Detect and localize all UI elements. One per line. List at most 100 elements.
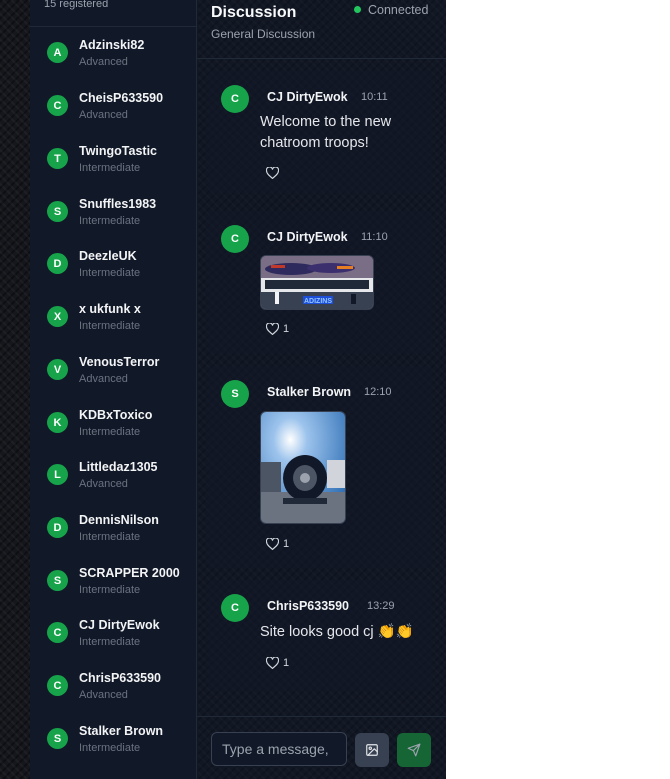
- avatar: L: [47, 464, 68, 485]
- message-author: ChrisP633590: [267, 599, 350, 613]
- send-icon: [407, 743, 421, 757]
- member-level: Intermediate: [79, 426, 141, 438]
- member-item[interactable]: S SCRAPPER 2000 Intermediate: [30, 561, 196, 613]
- like-count: 1: [283, 538, 290, 550]
- message-author: CJ DirtyEwok: [267, 90, 348, 104]
- chat-app: 15 registered A Adzinski82 Advanced C Cheis…: [0, 0, 446, 779]
- chat-message: C ChrisP633590 13:29 Site looks good cj …: [207, 580, 433, 690]
- member-item[interactable]: V VenousTerror Advanced: [30, 350, 196, 402]
- member-name: CJ DirtyEwok: [79, 618, 160, 632]
- avatar: K: [47, 412, 68, 433]
- member-name: SCRAPPER 2000: [79, 566, 180, 580]
- member-name: Littledaz1305: [79, 460, 158, 474]
- like-count: 1: [283, 323, 290, 335]
- member-level: Intermediate: [79, 267, 141, 279]
- member-item[interactable]: Xx ukfunk x Intermediate: [30, 297, 196, 349]
- member-item[interactable]: S Stalker Brown Intermediate: [30, 719, 196, 771]
- member-item[interactable]: K KDBxToxico Intermediate: [30, 403, 196, 455]
- avatar: S: [47, 570, 68, 591]
- status-dot-icon: [354, 6, 361, 13]
- connection-status: Connected: [354, 3, 428, 17]
- member-level: Intermediate: [79, 531, 141, 543]
- member-name: CheisP633590: [79, 91, 164, 105]
- registered-count: 15 registered: [44, 0, 109, 10]
- status-label: Connected: [368, 3, 429, 17]
- member-item[interactable]: C CJ DirtyEwok Intermediate: [30, 613, 196, 665]
- member-name: Stalker Brown: [79, 724, 164, 738]
- avatar: C: [221, 225, 249, 253]
- avatar: D: [47, 517, 68, 538]
- message-composer: [197, 716, 446, 779]
- avatar: S: [47, 728, 68, 749]
- race-cars-photo[interactable]: ADIZINS: [260, 255, 374, 310]
- message-text: Site looks good cj 👏👏: [260, 624, 414, 640]
- member-level: Intermediate: [79, 215, 141, 227]
- like-count: 1: [283, 657, 290, 669]
- message-time: 12:10: [364, 386, 392, 398]
- member-level: Intermediate: [79, 320, 141, 332]
- member-level: Advanced: [79, 109, 128, 121]
- members-sidebar: 15 registered A Adzinski82 Advanced C Cheis…: [30, 0, 197, 779]
- member-item[interactable]: L Littledaz1305 Advanced: [30, 455, 196, 507]
- image-icon: [366, 744, 378, 756]
- avatar: S: [47, 201, 68, 222]
- avatar: D: [47, 253, 68, 274]
- member-name: TwingoTastic: [79, 144, 158, 158]
- avatar: C: [221, 85, 249, 113]
- member-item[interactable]: C CheisP633590 Advanced: [30, 86, 196, 138]
- message-input[interactable]: [211, 732, 347, 766]
- send-button[interactable]: [397, 733, 431, 767]
- message-text: Welcome to the new chatroom troops!: [260, 114, 392, 151]
- message-time: 13:29: [367, 600, 395, 612]
- member-level: Advanced: [79, 373, 128, 385]
- member-item[interactable]: D DeezleUK Intermediate: [30, 244, 196, 296]
- avatar: T: [47, 148, 68, 169]
- member-name: DennisNilson: [79, 513, 159, 527]
- attach-image-button[interactable]: [355, 733, 389, 767]
- member-name: KDBxToxico: [79, 408, 153, 422]
- member-level: Intermediate: [79, 636, 141, 648]
- member-name: x ukfunk x: [79, 302, 141, 316]
- avatar: V: [47, 359, 68, 380]
- chat-header: Discussion General Discussion Connected: [197, 0, 446, 59]
- like-button[interactable]: 1: [266, 657, 289, 669]
- member-name: VenousTerror: [79, 355, 160, 369]
- chat-message: C CJ DirtyEwok 10:11 Welcome to the new …: [207, 71, 433, 193]
- message-author: CJ DirtyEwok: [267, 230, 348, 244]
- chat-message: C CJ DirtyEwok 11:10 ADIZINS 1: [207, 211, 433, 354]
- wheel-photo[interactable]: [260, 411, 346, 524]
- heart-icon: [266, 538, 279, 550]
- member-level: Intermediate: [79, 162, 141, 174]
- member-item[interactable]: S Snuffles1983 Intermediate: [30, 192, 196, 244]
- message-time: 10:11: [361, 91, 388, 103]
- avatar: S: [221, 380, 249, 408]
- race-cars-image: ADIZINS: [261, 256, 373, 309]
- like-button[interactable]: [266, 167, 283, 179]
- chat-subtitle: General Discussion: [211, 27, 316, 41]
- member-item[interactable]: A Adzinski82 Advanced: [30, 33, 196, 85]
- heart-icon: [266, 167, 279, 179]
- member-level: Advanced: [79, 478, 128, 490]
- chat-panel: Discussion General Discussion Connected …: [197, 0, 446, 779]
- member-item[interactable]: C ChrisP633590 Advanced: [30, 666, 196, 718]
- member-level: Intermediate: [79, 584, 141, 596]
- member-level: Advanced: [79, 56, 128, 68]
- like-button[interactable]: 1: [266, 323, 289, 335]
- like-button[interactable]: 1: [266, 538, 289, 550]
- message-author: Stalker Brown: [267, 385, 352, 399]
- member-level: Intermediate: [79, 742, 141, 754]
- heart-icon: [266, 323, 279, 335]
- heart-icon: [266, 657, 279, 669]
- member-name: Adzinski82: [79, 38, 145, 52]
- wheel-image: [261, 412, 345, 523]
- member-name: ChrisP633590: [79, 671, 162, 685]
- avatar: C: [221, 594, 249, 622]
- member-item[interactable]: T TwingoTastic Intermediate: [30, 139, 196, 191]
- chat-message: S Stalker Brown 12:10 1: [207, 366, 433, 568]
- sidebar-header: 15 registered: [30, 0, 196, 27]
- avatar: C: [47, 622, 68, 643]
- avatar: A: [47, 42, 68, 63]
- avatar: C: [47, 95, 68, 116]
- chat-title: Discussion: [211, 4, 297, 21]
- member-item[interactable]: D DennisNilson Intermediate: [30, 508, 196, 560]
